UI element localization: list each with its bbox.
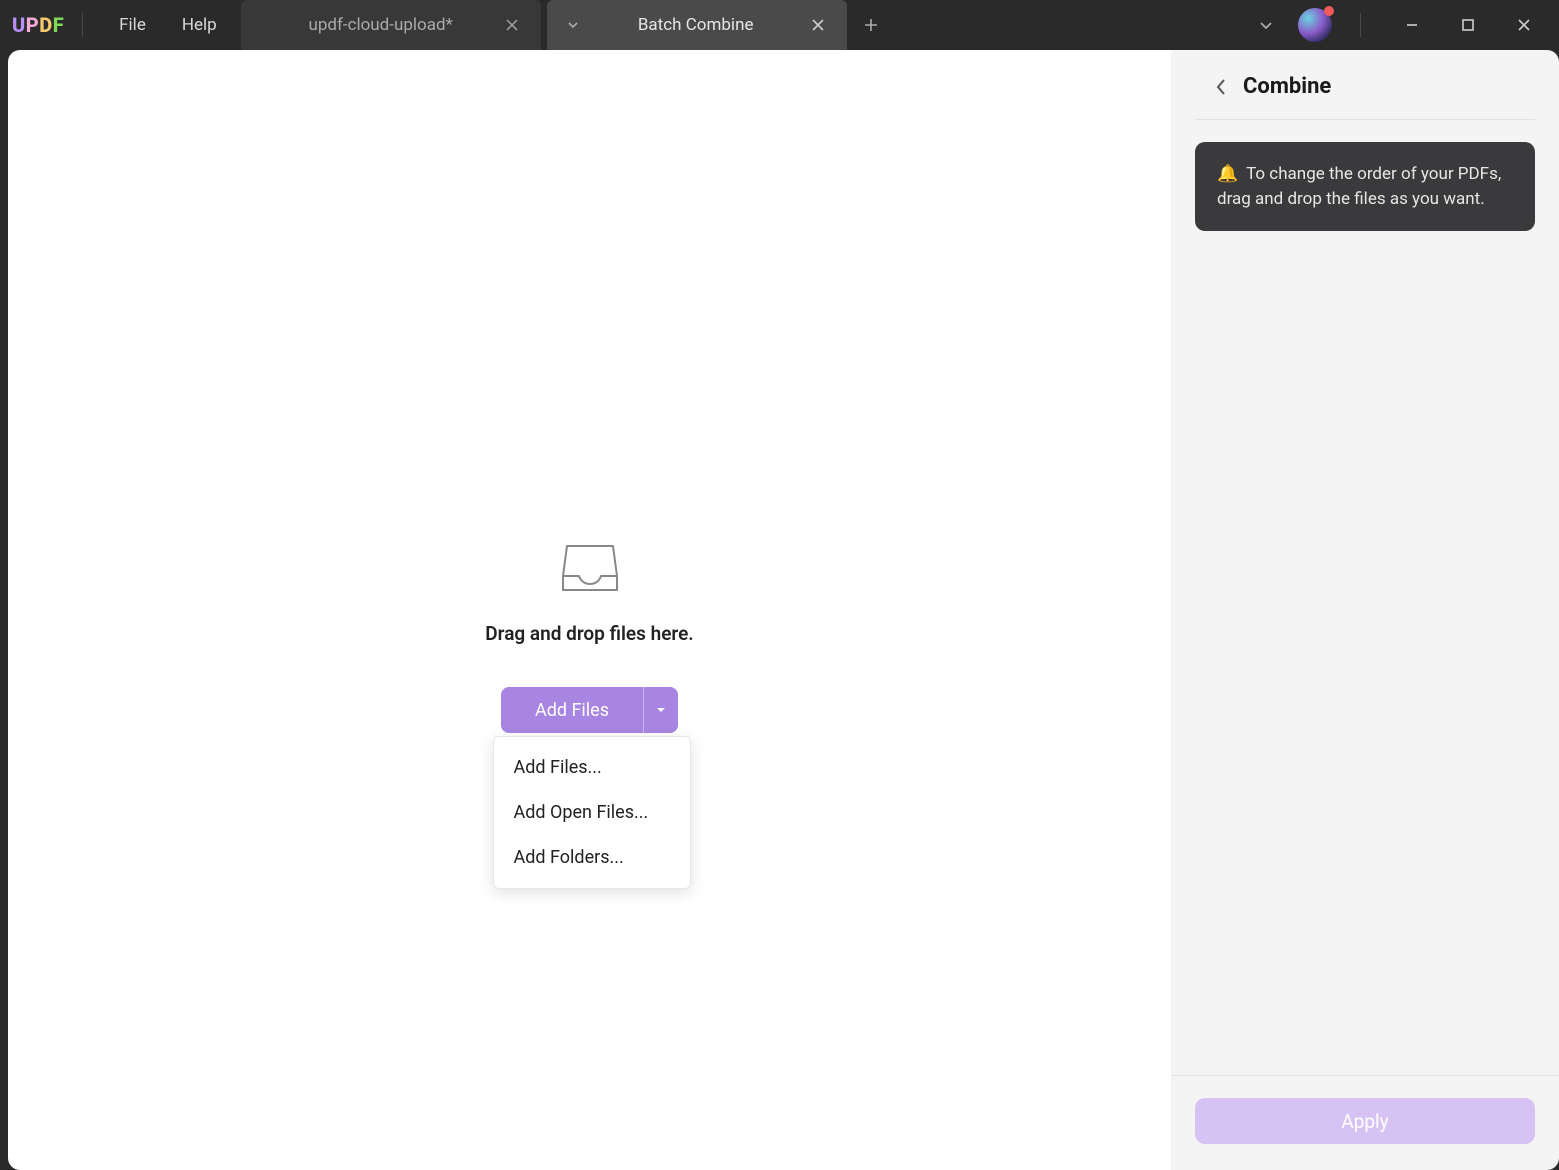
new-tab-button[interactable]	[847, 17, 895, 33]
side-panel-footer: Apply	[1171, 1075, 1559, 1170]
side-panel-header: Combine	[1195, 68, 1535, 120]
close-icon[interactable]	[803, 14, 833, 36]
maximize-button[interactable]	[1445, 8, 1491, 42]
divider	[82, 13, 83, 37]
logo-letter-p: P	[26, 13, 39, 37]
inbox-tray-icon	[559, 540, 621, 594]
menu-file[interactable]: File	[101, 9, 164, 41]
recent-dropdown-icon[interactable]	[1244, 9, 1288, 41]
divider	[1360, 13, 1361, 37]
app-logo: UPDF	[12, 13, 64, 37]
bell-icon: 🔔	[1217, 164, 1238, 184]
drop-zone[interactable]: Drag and drop files here. Add Files Add …	[8, 50, 1171, 1170]
side-panel: Combine 🔔 To change the order of your PD…	[1171, 50, 1559, 1170]
tab-label: updf-cloud-upload*	[265, 15, 497, 35]
drop-zone-text: Drag and drop files here.	[485, 622, 693, 645]
logo-letter-d: D	[39, 13, 52, 37]
tab-label: Batch Combine	[589, 15, 803, 35]
workspace: Drag and drop files here. Add Files Add …	[0, 50, 1559, 1170]
add-files-button[interactable]: Add Files	[501, 687, 643, 733]
user-avatar[interactable]	[1298, 8, 1332, 42]
minimize-button[interactable]	[1389, 8, 1435, 42]
add-files-split-button: Add Files	[501, 687, 678, 733]
tip-box: 🔔 To change the order of your PDFs, drag…	[1195, 142, 1535, 231]
title-bar: UPDF File Help updf-cloud-upload* Batch …	[0, 0, 1559, 50]
add-files-dropdown-toggle[interactable]	[644, 687, 678, 733]
close-window-button[interactable]	[1501, 8, 1547, 42]
menu-help[interactable]: Help	[164, 9, 235, 41]
chevron-down-icon[interactable]	[561, 19, 589, 31]
side-panel-title: Combine	[1243, 74, 1331, 99]
apply-button[interactable]: Apply	[1195, 1098, 1535, 1144]
logo-letter-u: U	[12, 13, 26, 37]
menu-item-add-open-files[interactable]: Add Open Files...	[494, 790, 690, 835]
add-files-dropdown-menu: Add Files... Add Open Files... Add Folde…	[493, 736, 691, 889]
title-right-controls	[1244, 8, 1547, 42]
tab-updf-cloud-upload[interactable]: updf-cloud-upload*	[241, 0, 541, 50]
tab-batch-combine[interactable]: Batch Combine	[547, 0, 847, 50]
logo-letter-f: F	[53, 13, 64, 37]
tip-text: To change the order of your PDFs, drag a…	[1217, 164, 1501, 209]
menu-item-add-files[interactable]: Add Files...	[494, 745, 690, 790]
close-icon[interactable]	[497, 14, 527, 36]
menu-item-add-folders[interactable]: Add Folders...	[494, 835, 690, 880]
back-button[interactable]	[1215, 78, 1229, 96]
